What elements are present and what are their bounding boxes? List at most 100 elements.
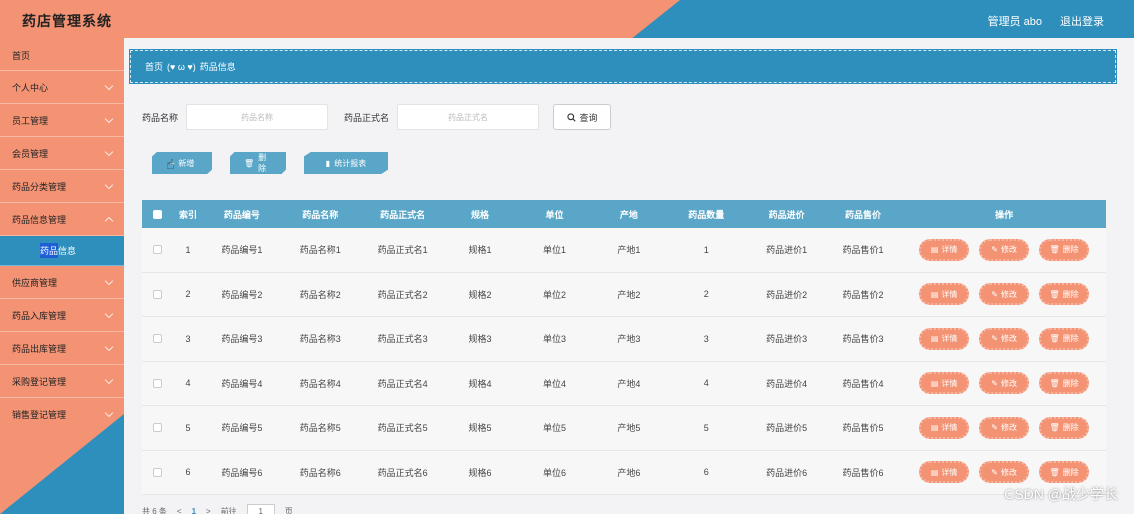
cell-index: 2 <box>185 289 191 300</box>
row-checkbox[interactable] <box>153 289 163 299</box>
detail-button[interactable]: ▤ 详情 <box>919 283 970 306</box>
breadcrumb-current: 药品信息 <box>199 62 236 72</box>
goto-page-input[interactable]: 1 <box>246 504 275 514</box>
cell-purchase-price: 药品进价4 <box>766 378 808 389</box>
action-bar: + 新增 🗑 删除 ▮ 统计报表 <box>152 152 388 174</box>
drug-name-input[interactable]: 药品名称 <box>186 104 329 130</box>
cell-code: 药品编号3 <box>221 334 263 345</box>
delete-button[interactable]: 🗑 删除 <box>1039 238 1090 261</box>
cell-formal-name: 药品正式名3 <box>377 334 428 345</box>
table-header: 索引 药品编号 药品名称 药品正式名 规格 单位 产地 药品数量 药品进价 药品… <box>142 200 1106 228</box>
page-number[interactable]: 1 <box>192 507 196 514</box>
cell-formal-name: 药品正式名1 <box>377 245 428 256</box>
sidebar-item-purchase[interactable]: 采购登记管理 <box>0 365 124 398</box>
col-purchase-price: 药品进价 <box>768 209 805 220</box>
detail-button[interactable]: ▤ 详情 <box>919 238 970 261</box>
cell-purchase-price: 药品进价1 <box>766 245 808 256</box>
row-actions: ▤ 详情 ✎ 修改 🗑 删除 <box>902 372 1106 395</box>
doc-icon: ▤ <box>930 378 939 388</box>
delete-button[interactable]: 🗑 删除 <box>1039 283 1090 306</box>
row-actions: ▤ 详情 ✎ 修改 🗑 删除 <box>902 238 1106 261</box>
sidebar-item-members[interactable]: 会员管理 <box>0 137 124 170</box>
row-checkbox[interactable] <box>153 423 163 433</box>
cell-purchase-price: 药品进价5 <box>766 423 808 434</box>
cell-spec: 规格5 <box>468 423 492 434</box>
row-actions: ▤ 详情 ✎ 修改 🗑 删除 <box>902 416 1106 439</box>
next-page-button[interactable]: > <box>206 507 211 514</box>
pagination: 共 6 条 < 1 > 前往 1 页 <box>142 504 293 514</box>
cell-name: 药品名称4 <box>299 378 341 389</box>
bar-chart-icon: ▮ <box>325 158 331 168</box>
search-button[interactable]: 查询 <box>553 104 612 130</box>
cell-formal-name: 药品正式名4 <box>377 378 428 389</box>
cell-sale-price: 药品售价1 <box>842 245 884 256</box>
col-unit: 单位 <box>545 209 564 220</box>
sidebar-item-home[interactable]: 首页 <box>0 38 124 71</box>
cell-name: 药品名称6 <box>299 467 341 478</box>
row-actions: ▤ 详情 ✎ 修改 🗑 删除 <box>902 283 1106 306</box>
prev-page-button[interactable]: < <box>177 507 182 514</box>
sidebar-item-drug-info[interactable]: 药品信息管理 <box>0 203 124 236</box>
edit-button[interactable]: ✎ 修改 <box>979 372 1030 395</box>
chevron-down-icon <box>104 375 114 385</box>
sidebar-subitem-drug-info[interactable]: 药品 信息 <box>0 236 124 266</box>
row-checkbox[interactable] <box>153 334 163 344</box>
detail-button[interactable]: ▤ 详情 <box>919 372 970 395</box>
cell-unit: 单位2 <box>542 289 566 300</box>
delete-button[interactable]: 🗑 删除 <box>1039 327 1090 350</box>
add-button[interactable]: + 新增 <box>152 152 212 174</box>
watermark: CSDN @战少学长 <box>1004 486 1118 502</box>
cell-unit: 单位6 <box>542 467 566 478</box>
sidebar-item-profile[interactable]: 个人中心 <box>0 71 124 104</box>
cell-formal-name: 药品正式名2 <box>377 289 428 300</box>
trash-icon: 🗑 <box>1049 467 1060 477</box>
sidebar-item-supplier[interactable]: 供应商管理 <box>0 266 124 299</box>
table-row: 5 药品编号5 药品名称5 药品正式名5 规格5 单位5 产地5 5 药品进价5 药品售价5 ▤ 详情… <box>142 406 1106 451</box>
sidebar-item-staff[interactable]: 员工管理 <box>0 104 124 137</box>
sidebar-item-sales[interactable]: 销售登记管理 <box>0 398 124 431</box>
batch-delete-button[interactable]: 🗑 删除 <box>230 152 286 174</box>
cell-sale-price: 药品售价4 <box>842 378 884 389</box>
delete-button[interactable]: 🗑 删除 <box>1039 372 1090 395</box>
doc-icon: ▤ <box>930 467 939 477</box>
cell-formal-name: 药品正式名5 <box>377 423 428 434</box>
drug-formal-name-input[interactable]: 药品正式名 <box>397 104 540 130</box>
pencil-icon: ✎ <box>991 245 998 255</box>
delete-button[interactable]: 🗑 删除 <box>1039 461 1090 484</box>
edit-button[interactable]: ✎ 修改 <box>979 283 1030 306</box>
detail-button[interactable]: ▤ 详情 <box>919 461 970 484</box>
cell-unit: 单位5 <box>542 423 566 434</box>
mouse-cursor-icon: ☝ <box>166 156 175 172</box>
row-checkbox[interactable] <box>153 467 163 477</box>
row-checkbox[interactable] <box>153 378 163 388</box>
cell-origin: 产地3 <box>617 334 641 345</box>
page-unit: 页 <box>284 506 293 514</box>
chevron-down-icon <box>104 180 114 190</box>
cell-code: 药品编号2 <box>221 289 263 300</box>
logout-link[interactable]: 退出登录 <box>1060 13 1104 29</box>
edit-button[interactable]: ✎ 修改 <box>979 416 1030 439</box>
stats-report-button[interactable]: ▮ 统计报表 <box>304 152 388 174</box>
detail-button[interactable]: ▤ 详情 <box>919 327 970 350</box>
cell-origin: 产地2 <box>617 289 641 300</box>
breadcrumb-home[interactable]: 首页 <box>145 60 163 73</box>
chevron-down-icon <box>104 408 114 418</box>
edit-button[interactable]: ✎ 修改 <box>979 327 1030 350</box>
cell-quantity: 2 <box>703 289 709 300</box>
select-all-checkbox[interactable] <box>153 209 163 219</box>
delete-button[interactable]: 🗑 删除 <box>1039 416 1090 439</box>
doc-icon: ▤ <box>930 334 939 344</box>
sidebar-item-category[interactable]: 药品分类管理 <box>0 170 124 203</box>
col-index: 索引 <box>179 209 198 220</box>
col-origin: 产地 <box>619 209 638 220</box>
detail-button[interactable]: ▤ 详情 <box>919 416 970 439</box>
chevron-down-icon <box>104 309 114 319</box>
cell-purchase-price: 药品进价2 <box>766 289 808 300</box>
sidebar-item-stock-out[interactable]: 药品出库管理 <box>0 332 124 365</box>
main-content: 首页 (♥ ω ♥) 药品信息 药品名称 药品名称 药品正式名 药品正式名 查询… <box>124 38 1134 514</box>
edit-button[interactable]: ✎ 修改 <box>979 238 1030 261</box>
cell-sale-price: 药品售价3 <box>842 334 884 345</box>
row-checkbox[interactable] <box>153 245 163 255</box>
edit-button[interactable]: ✎ 修改 <box>979 461 1030 484</box>
sidebar-item-stock-in[interactable]: 药品入库管理 <box>0 299 124 332</box>
